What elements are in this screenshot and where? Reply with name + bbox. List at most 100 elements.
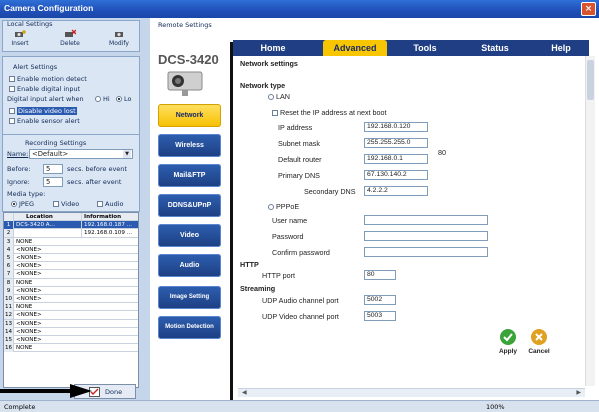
network-settings-content: Network settings Network type LAN Reset … xyxy=(238,56,583,381)
zoom-level: 100% xyxy=(486,403,505,411)
media-audio-checkbox[interactable]: Audio xyxy=(97,200,123,208)
user-name-input[interactable] xyxy=(364,215,488,225)
table-row[interactable]: 3 NONE xyxy=(4,237,138,246)
cancel-icon xyxy=(531,329,547,345)
tab-home[interactable]: Home xyxy=(241,40,305,56)
row-location: <NONE> xyxy=(16,328,42,335)
udp-audio-label: UDP Audio channel port xyxy=(262,296,339,305)
table-row[interactable]: 14 <NONE> xyxy=(4,327,138,336)
horizontal-scrollbar[interactable]: ◀ ▶ xyxy=(238,388,585,397)
ip-address-input[interactable]: 192.168.0.120 xyxy=(364,122,428,132)
scroll-left-icon[interactable]: ◀ xyxy=(242,389,247,396)
side-button-ddns-upnp[interactable]: DDNS&UPnP xyxy=(158,194,221,217)
scroll-thumb[interactable] xyxy=(587,60,594,100)
table-row[interactable]: 8 NONE xyxy=(4,278,138,287)
row-location: <NONE> xyxy=(16,320,42,327)
password-input[interactable] xyxy=(364,231,488,241)
check-icon xyxy=(500,329,516,345)
secondary-dns-input[interactable]: 4.2.2.2 xyxy=(364,186,428,196)
table-row[interactable]: 5 <NONE> xyxy=(4,254,138,263)
side-button-audio[interactable]: Audio xyxy=(158,254,221,277)
row-location: DCS-3420 A... xyxy=(16,222,55,229)
window-title: Camera Configuration xyxy=(4,3,94,13)
status-text: Complete xyxy=(4,403,36,411)
confirm-password-input[interactable] xyxy=(364,247,488,257)
default-router-input[interactable]: 192.168.0.1 xyxy=(364,154,428,164)
media-jpeg-radio[interactable]: JPEG xyxy=(11,200,34,208)
enable-sensor-alert-checkbox[interactable]: Enable sensor alert xyxy=(9,117,80,125)
table-row[interactable]: 11 NONE xyxy=(4,303,138,312)
scroll-right-icon[interactable]: ▶ xyxy=(576,389,581,396)
table-row[interactable]: 13 <NONE> xyxy=(4,319,138,328)
udp-video-port-input[interactable]: 5003 xyxy=(364,311,396,321)
side-button-wireless[interactable]: Wireless xyxy=(158,134,221,157)
row-location: <NONE> xyxy=(16,337,42,343)
name-select[interactable]: <Default> ▼ xyxy=(29,149,133,159)
cancel-button[interactable]: Cancel xyxy=(526,328,552,362)
pppoe-radio[interactable]: PPPoE xyxy=(268,202,299,211)
recording-settings-title: Recording Settings xyxy=(25,139,87,147)
delete-camera-icon xyxy=(65,29,76,37)
title-bar: Camera Configuration × xyxy=(0,0,599,18)
lo-radio[interactable]: Lo xyxy=(116,95,131,103)
close-button[interactable]: × xyxy=(581,2,596,16)
table-row[interactable]: 16 NONE xyxy=(4,344,138,353)
table-row[interactable]: 7 <NONE> xyxy=(4,270,138,279)
media-video-checkbox[interactable]: Video xyxy=(53,200,79,208)
insert-button[interactable]: Insert xyxy=(9,29,31,47)
side-button-motion-detection[interactable]: Motion Detection xyxy=(158,316,221,339)
after-unit: secs. after event xyxy=(67,178,122,186)
table-row[interactable]: 6 <NONE> xyxy=(4,262,138,271)
side-button-image-setting[interactable]: Image Setting xyxy=(158,286,221,309)
vertical-scrollbar[interactable] xyxy=(585,56,595,386)
row-location: NONE xyxy=(16,304,33,311)
chevron-down-icon: ▼ xyxy=(123,150,131,158)
side-button-mail-ftp[interactable]: Mail&FTP xyxy=(158,164,221,187)
row-number: 14 xyxy=(4,327,14,336)
apply-button[interactable]: Apply xyxy=(496,328,520,362)
row-location: NONE xyxy=(16,345,33,352)
modify-button[interactable]: Modify xyxy=(107,29,131,47)
table-row[interactable]: 10 <NONE> xyxy=(4,295,138,304)
before-spinner[interactable]: 5 xyxy=(43,164,63,174)
table-row[interactable]: 12 <NONE> xyxy=(4,311,138,320)
delete-button[interactable]: Delete xyxy=(59,29,81,47)
subnet-mask-input[interactable]: 255.255.255.0 xyxy=(364,138,428,148)
before-unit: secs. before event xyxy=(67,165,127,173)
tab-tools[interactable]: Tools xyxy=(393,40,457,56)
row-location: <NONE> xyxy=(16,271,42,278)
table-row[interactable]: 4 <NONE> xyxy=(4,245,138,254)
side-button-video[interactable]: Video xyxy=(158,224,221,247)
side-button-network[interactable]: Network xyxy=(158,104,221,127)
subnet-mask-label: Subnet mask xyxy=(278,139,320,148)
row-number: 1 xyxy=(4,221,14,230)
row-number: 4 xyxy=(4,245,14,254)
disable-video-lost-checkbox[interactable]: Disable video lost xyxy=(9,107,77,115)
hi-radio[interactable]: Hi xyxy=(95,95,110,103)
user-name-label: User name xyxy=(272,216,308,225)
table-row[interactable]: 1 DCS-3420 A... 192.168.0.187 ... xyxy=(4,221,138,230)
tab-help[interactable]: Help xyxy=(533,40,589,56)
http-port-input[interactable]: 80 xyxy=(364,270,396,280)
table-row[interactable]: 9 <NONE> xyxy=(4,286,138,295)
tab-advanced[interactable]: Advanced xyxy=(323,40,387,56)
table-row[interactable]: 15 <NONE> xyxy=(4,336,138,345)
udp-audio-port-input[interactable]: 5002 xyxy=(364,295,396,305)
http-heading: HTTP xyxy=(240,260,259,269)
row-number: 11 xyxy=(4,303,14,312)
row-location: <NONE> xyxy=(16,312,42,319)
reset-ip-checkbox[interactable]: Reset the IP address at next boot xyxy=(272,108,387,117)
table-header: Location Information xyxy=(4,213,138,222)
table-row[interactable]: 2 192.168.0.109 ... xyxy=(4,229,138,238)
primary-dns-input[interactable]: 67.130.140.2 xyxy=(364,170,428,180)
enable-digital-input-checkbox[interactable]: Enable digital input xyxy=(9,85,80,93)
remote-settings-panel: Remote Settings DCS-3420 Network Wireless… xyxy=(150,18,233,400)
ip-address-label: IP address xyxy=(278,123,313,132)
enable-motion-checkbox[interactable]: Enable motion detect xyxy=(9,75,87,83)
tab-status[interactable]: Status xyxy=(463,40,527,56)
row-number: 8 xyxy=(4,278,14,287)
row-location: <NONE> xyxy=(16,246,42,253)
remote-settings-label: Remote Settings xyxy=(158,21,212,29)
after-spinner[interactable]: 5 xyxy=(43,177,63,187)
lan-radio[interactable]: LAN xyxy=(268,92,290,101)
